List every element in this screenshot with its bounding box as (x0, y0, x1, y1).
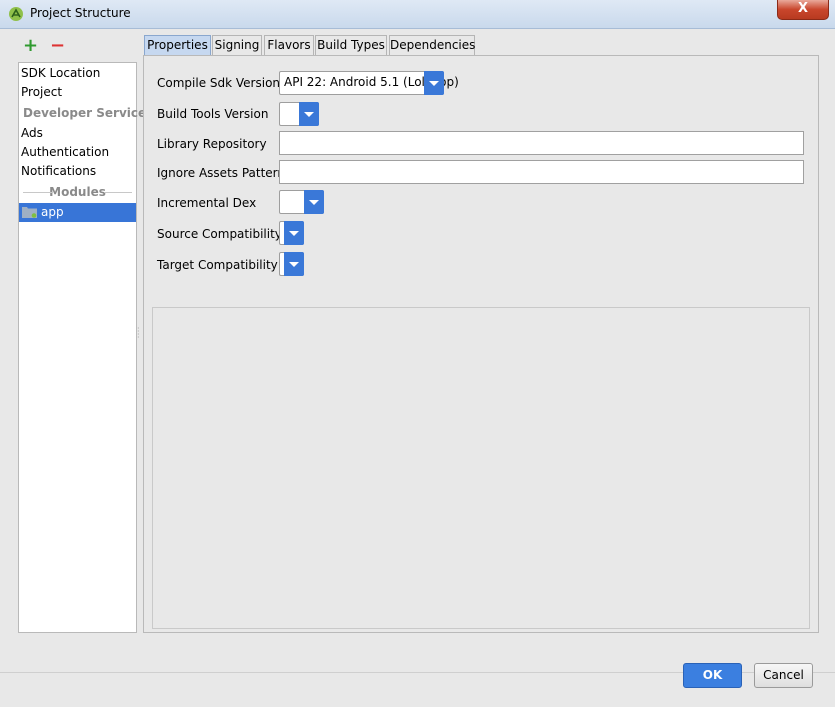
sidebar-item-authentication[interactable]: Authentication (21, 145, 109, 159)
cancel-button[interactable]: Cancel (754, 663, 813, 688)
sidebar-item-sdk-location[interactable]: SDK Location (21, 66, 100, 80)
modules-header-label: Modules (49, 185, 106, 199)
remove-icon[interactable]: − (50, 37, 65, 55)
title-bar: Project Structure X (0, 0, 835, 29)
source-compat-select[interactable] (279, 221, 304, 245)
module-folder-icon (22, 207, 37, 218)
tab-properties[interactable]: Properties (144, 35, 211, 55)
tab-signing[interactable]: Signing (212, 35, 262, 55)
ignore-assets-field[interactable] (279, 160, 804, 184)
add-icon[interactable]: + (23, 37, 38, 55)
sidebar-item-notifications[interactable]: Notifications (21, 164, 96, 178)
tab-dependencies[interactable]: Dependencies (389, 35, 475, 55)
properties-panel: Compile Sdk Version API 22: Android 5.1 … (143, 55, 819, 633)
compile-sdk-select[interactable]: API 22: Android 5.1 (Lollipop) (279, 71, 459, 95)
android-studio-icon (9, 7, 23, 21)
splitter-handle[interactable]: · · · · (137, 325, 140, 342)
chevron-down-icon (284, 221, 304, 245)
ok-button[interactable]: OK (683, 663, 742, 688)
module-app-label: app (41, 205, 64, 219)
window-title: Project Structure (30, 6, 131, 20)
chevron-down-icon (299, 102, 319, 126)
target-compat-label: Target Compatibility (157, 258, 278, 272)
target-compat-select[interactable] (279, 252, 304, 276)
compile-sdk-label: Compile Sdk Version (157, 76, 281, 90)
chevron-down-icon (424, 71, 444, 95)
sidebar-item-project[interactable]: Project (21, 85, 62, 99)
details-panel (152, 307, 810, 629)
close-button[interactable]: X (777, 0, 829, 20)
sidebar-list: SDK Location Project Developer Services … (18, 62, 153, 633)
chevron-down-icon (304, 190, 324, 214)
incremental-dex-select[interactable] (279, 190, 324, 214)
sidebar-item-ads[interactable]: Ads (21, 126, 43, 140)
ignore-assets-label: Ignore Assets Pattern (157, 166, 286, 180)
chevron-down-icon (284, 252, 304, 276)
tab-flavors[interactable]: Flavors (264, 35, 314, 55)
modules-divider-right (104, 192, 132, 193)
modules-header: Modules (19, 185, 136, 199)
library-repository-label: Library Repository (157, 137, 267, 151)
build-tools-select[interactable] (279, 102, 319, 126)
build-tools-label: Build Tools Version (157, 107, 269, 121)
sidebar-item-app[interactable]: app (19, 203, 136, 222)
incremental-dex-label: Incremental Dex (157, 196, 257, 210)
source-compat-label: Source Compatibility (157, 227, 282, 241)
dialog-body: + − SDK Location Project Developer Servi… (0, 29, 835, 707)
library-repository-field[interactable] (279, 131, 804, 155)
sidebar-header-developer-services: Developer Services (23, 106, 154, 120)
modules-divider-left (23, 192, 53, 193)
tab-build-types[interactable]: Build Types (315, 35, 387, 55)
